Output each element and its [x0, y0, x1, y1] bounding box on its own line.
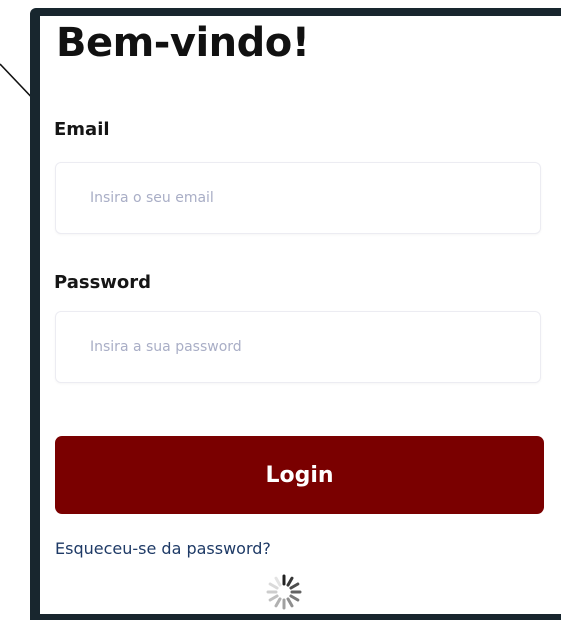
login-button[interactable]: Login [55, 436, 544, 514]
login-screen: Bem-vindo! Email Password Login Esqueceu… [40, 16, 561, 614]
password-label: Password [54, 272, 152, 293]
forgot-password-link[interactable]: Esqueceu-se da password? [55, 539, 271, 558]
password-field[interactable] [55, 311, 541, 383]
loading-spinner-icon [266, 574, 302, 610]
email-field[interactable] [55, 162, 541, 234]
page-title: Bem-vindo! [56, 20, 310, 66]
screenshot-stage: Bem-vindo! Email Password Login Esqueceu… [0, 0, 561, 620]
email-label: Email [54, 119, 110, 140]
